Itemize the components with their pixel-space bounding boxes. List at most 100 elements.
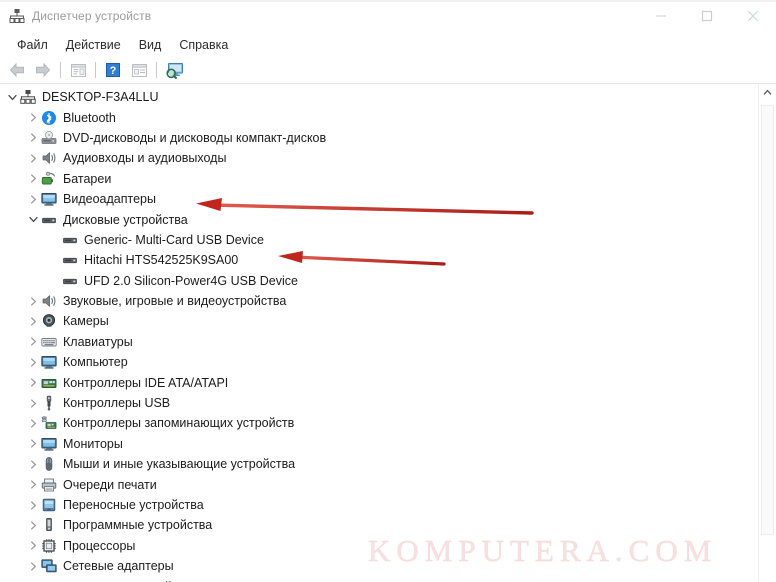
device-tree[interactable]: DESKTOP-F3A4LLU Bluetooth DVD-дисководы и … [0,84,759,582]
keyboard-icon [41,334,57,350]
update-driver-icon[interactable] [126,58,152,82]
tree-row-label: Видеоадаптеры [63,192,156,207]
chevron-down-icon[interactable] [4,87,20,107]
printer-icon [41,477,57,493]
tree-row[interactable]: UFD 2.0 Silicon-Power4G USB Device [0,271,759,291]
display-adapter-icon [41,191,57,207]
tree-row-label: Hitachi HTS542525K9SA00 [84,253,239,268]
chevron-right-icon[interactable] [25,332,41,352]
window-title: Диспетчер устройств [32,9,152,23]
vertical-scrollbar[interactable] [758,84,776,582]
menu-file[interactable]: Файл [8,36,57,54]
site-watermark: KOMPUTERA.COM [368,533,718,568]
chevron-right-icon[interactable] [25,311,41,331]
toolbar-separator [60,62,61,78]
forward-arrow-icon[interactable] [30,58,56,82]
chevron-right-icon[interactable] [25,148,41,168]
monitor-icon [41,354,57,370]
scroll-down-button[interactable] [759,577,776,582]
menu-help[interactable]: Справка [170,36,237,54]
menu-view[interactable]: Вид [130,36,171,54]
tree-row[interactable]: Дисковые устройства [0,209,759,229]
menu-action[interactable]: Действие [57,36,130,54]
chevron-right-icon[interactable] [25,515,41,535]
tree-row-label: Звуковые, игровые и видеоустройства [63,294,287,309]
tree-row-label: Процессоры [63,538,136,553]
tree-row-label: Камеры [63,314,109,329]
chevron-right-icon[interactable] [25,495,41,515]
scan-hardware-icon[interactable] [161,58,187,82]
tree-row[interactable]: Аудиовходы и аудиовыходы [0,148,759,168]
tree-row[interactable]: Контроллеры USB [0,393,759,413]
audio-io-icon [41,293,57,309]
window-controls [638,0,776,32]
tree-row[interactable]: Видеоадаптеры [0,189,759,209]
chevron-right-icon[interactable] [25,108,41,128]
tree-row-label: Bluetooth [63,110,116,125]
tree-row[interactable]: Системные устройства [0,576,759,582]
tree-row[interactable]: Мониторы [0,434,759,454]
scroll-up-button[interactable] [759,84,776,101]
chevron-right-icon[interactable] [25,577,41,582]
chevron-right-icon[interactable] [25,393,41,413]
tree-row[interactable]: Generic- Multi-Card USB Device [0,230,759,250]
monitor-icon [41,436,57,452]
tree-row[interactable]: Клавиатуры [0,332,759,352]
ide-controller-icon [41,375,57,391]
chevron-right-icon[interactable] [25,413,41,433]
chevron-right-icon[interactable] [25,556,41,576]
tree-row-label: Клавиатуры [63,334,133,349]
tree-row-label: Контроллеры запоминающих устройств [63,416,295,431]
tree-row-label: UFD 2.0 Silicon-Power4G USB Device [84,273,298,288]
chevron-right-icon[interactable] [25,454,41,474]
chevron-right-icon[interactable] [25,434,41,454]
storage-controller-icon [41,415,57,431]
chevron-right-icon[interactable] [25,373,41,393]
processor-icon [41,538,57,554]
chevron-right-icon[interactable] [25,291,41,311]
vertical-scroll-thumb[interactable] [761,105,774,535]
chevron-right-icon[interactable] [25,536,41,556]
tree-row[interactable]: Батареи [0,169,759,189]
minimize-button[interactable] [638,0,684,32]
software-device-icon [41,517,57,533]
tree-row[interactable]: Контроллеры IDE ATA/ATAPI [0,372,759,392]
svg-text:?: ? [110,65,117,77]
mouse-icon [41,456,57,472]
back-arrow-icon[interactable] [4,58,30,82]
close-button[interactable] [730,0,776,32]
title-bar[interactable]: Диспетчер устройств [0,0,776,33]
disk-drive-icon [62,252,78,268]
tree-row-label: Системные устройства [63,579,197,582]
battery-icon [41,171,57,187]
chevron-right-icon[interactable] [25,352,41,372]
tree-row[interactable]: Переносные устройства [0,495,759,515]
vertical-scroll-track[interactable] [759,101,776,577]
disk-drive-icon [62,273,78,289]
maximize-button[interactable] [684,0,730,32]
tree-row-label: DVD-дисководы и дисководы компакт-дисков [63,130,327,145]
tree-row[interactable]: Очереди печати [0,474,759,494]
tree-row[interactable]: Мыши и иные указывающие устройства [0,454,759,474]
tree-row[interactable]: Звуковые, игровые и видеоустройства [0,291,759,311]
tree-row[interactable]: Контроллеры запоминающих устройств [0,413,759,433]
usb-controller-icon [41,395,57,411]
chevron-down-icon[interactable] [25,210,41,230]
tree-row-label: Переносные устройства [63,498,204,512]
tree-row-label: Сетевые адаптеры [63,559,174,574]
tree-row[interactable]: Bluetooth [0,107,759,127]
chevron-right-icon[interactable] [25,475,41,495]
tree-row[interactable]: Hitachi HTS542525K9SA00 [0,250,759,270]
tree-root-row[interactable]: DESKTOP-F3A4LLU [0,87,759,107]
tree-row[interactable]: Камеры [0,311,759,331]
chevron-right-icon[interactable] [25,169,41,189]
disk-drive-icon [62,232,78,248]
properties-icon[interactable] [65,58,91,82]
tree-row-label: Контроллеры IDE ATA/ATAPI [63,375,229,390]
tree-row[interactable]: Компьютер [0,352,759,372]
chevron-right-icon[interactable] [25,189,41,209]
chevron-right-icon[interactable] [25,128,41,148]
help-icon[interactable]: ? [100,58,126,82]
tree-row[interactable]: DVD-дисководы и дисководы компакт-дисков [0,128,759,148]
tree-row-label: Мыши и иные указывающие устройства [63,457,296,472]
